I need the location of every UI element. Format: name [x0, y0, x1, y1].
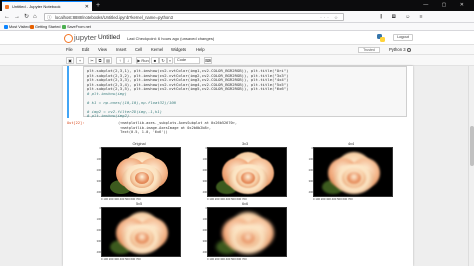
- copy-icon[interactable]: ⧉: [96, 57, 104, 64]
- code-editor[interactable]: plt.subplot(2,3,1), plt.imshow(cv2.cvtCo…: [83, 66, 407, 118]
- image-axes: [207, 147, 287, 197]
- forward-icon[interactable]: →: [14, 12, 20, 22]
- code-comment-line: # plt.imshow(img2): [87, 113, 130, 118]
- savefrom-icon: [62, 25, 66, 29]
- home-icon[interactable]: ⌂: [33, 12, 37, 22]
- tab-untitled[interactable]: Untitled - Jupyter Notebook ✕: [2, 1, 92, 11]
- info-icon[interactable]: ⓘ: [47, 15, 52, 20]
- kernel-name: Python 3: [389, 47, 406, 52]
- jupyter-header: jupyter Untitled Last Checkpoint: 6 hour…: [0, 31, 474, 45]
- menu-edit[interactable]: Edit: [82, 45, 89, 55]
- logout-button[interactable]: Logout: [393, 34, 413, 41]
- output-prompt: Out[22]:: [67, 121, 85, 125]
- code-cell[interactable]: plt.subplot(2,3,1), plt.imshow(cv2.cvtCo…: [67, 66, 409, 118]
- kernel-status-icon: [407, 48, 411, 52]
- notebook-title[interactable]: Untitled: [98, 33, 120, 42]
- menu-widgets[interactable]: Widgets: [171, 45, 186, 55]
- firefox-icon: [30, 25, 34, 29]
- output-line: Text(0.5, 1.0, '6x6')): [118, 130, 168, 134]
- bookmark-most-visited[interactable]: Most Visited: [4, 23, 30, 31]
- rose-petal: [135, 232, 149, 244]
- notebook-page: plt.subplot(2,3,1), plt.imshow(cv2.cvtCo…: [63, 66, 413, 266]
- new-tab-icon[interactable]: +: [96, 0, 100, 11]
- x-tick-labels: 0 100 200 300 400 500 600 700: [101, 257, 141, 261]
- menu-cell[interactable]: Cell: [135, 45, 142, 55]
- image-axes: [313, 147, 393, 197]
- rose-petal: [135, 172, 149, 184]
- rose-petal: [241, 172, 255, 184]
- subplot-4x4: 4x401002003004000 100 200 300 400 500 60…: [309, 142, 393, 206]
- restart-run-all-icon[interactable]: »: [167, 57, 173, 64]
- menu-insert[interactable]: Insert: [116, 45, 126, 55]
- jupyter-logo-icon: [64, 34, 73, 43]
- menu-help[interactable]: Help: [196, 45, 205, 55]
- menu-view[interactable]: View: [98, 45, 107, 55]
- menu-kernel[interactable]: Kernel: [151, 45, 163, 55]
- browser-tab-bar: Untitled - Jupyter Notebook ✕ + — ▢ ✕: [0, 0, 474, 11]
- page-scrollbar[interactable]: [468, 66, 474, 266]
- move-up-icon[interactable]: ↑: [116, 57, 124, 64]
- url-bar[interactable]: ⓘ localhost:8888/notebooks/Untitled.ipyn…: [44, 13, 344, 21]
- bookmarks-bar: Most Visited Getting Started SaveFrom.ne…: [0, 23, 474, 31]
- subplot-3x3: 3x301002003004000 100 200 300 400 500 60…: [203, 142, 287, 206]
- subplot-5x5: 5x501002003004000 100 200 300 400 500 60…: [97, 202, 181, 266]
- x-tick-labels: 0 100 200 300 400 500 600 700: [101, 197, 141, 201]
- rose-petal: [241, 232, 255, 244]
- reload-icon[interactable]: ↻: [24, 12, 29, 22]
- url-text: localhost:8888/notebooks/Untitled.ipynb?…: [55, 15, 173, 20]
- x-tick-labels: 0 100 200 300 400 500 600 700: [313, 197, 353, 201]
- jupyter-toolbar: ▣ + ✂ ⧉ ▤ ↑ ↓ ▶ Run ■ ↻ » Code ⌨: [0, 55, 474, 66]
- url-actions-icon[interactable]: ··· ☆: [320, 14, 340, 21]
- toolbar-icons[interactable]: ⫼ ▤ ☺ ≡: [380, 12, 427, 22]
- rose-petal: [347, 172, 361, 184]
- back-icon[interactable]: ←: [4, 12, 10, 22]
- cell-type-select[interactable]: Code: [174, 57, 200, 64]
- x-tick-labels: 0 100 200 300 400 500 600 700: [207, 257, 247, 261]
- save-icon[interactable]: ▣: [66, 57, 74, 64]
- subplot-original: Original01002003004000 100 200 300 400 5…: [97, 142, 181, 206]
- run-button[interactable]: ▶ Run: [136, 57, 150, 64]
- trusted-badge[interactable]: Trusted: [358, 47, 380, 53]
- jupyter-menubar: File Edit View Insert Cell Kernel Widget…: [0, 45, 474, 55]
- cut-icon[interactable]: ✂: [88, 57, 96, 64]
- menu-file[interactable]: File: [66, 45, 73, 55]
- notebook-area: plt.subplot(2,3,1), plt.imshow(cv2.cvtCo…: [0, 66, 474, 266]
- subplot-6x6: 6x601002003004000 100 200 300 400 500 60…: [203, 202, 287, 266]
- browser-nav-bar: ← → ↻ ⌂ ⓘ localhost:8888/notebooks/Untit…: [0, 11, 474, 23]
- jupyter-favicon-icon: [5, 5, 9, 9]
- image-axes: [101, 207, 181, 257]
- x-tick-labels: 0 100 200 300 400 500 600 700: [207, 197, 247, 201]
- code-comment-line: # k1 = np.ones((10,10),np.float32)/100: [87, 99, 177, 105]
- python-logo-icon: [377, 34, 385, 42]
- checkpoint-status: Last Checkpoint: 6 hours ago (unsaved ch…: [127, 36, 215, 41]
- command-palette-icon[interactable]: ⌨: [204, 57, 212, 64]
- interrupt-icon[interactable]: ■: [151, 57, 159, 64]
- add-cell-icon[interactable]: +: [76, 57, 84, 64]
- tab-title: Untitled - Jupyter Notebook: [12, 4, 61, 9]
- bookmark-savefrom[interactable]: SaveFrom.net: [62, 23, 91, 31]
- paste-icon[interactable]: ▤: [104, 57, 112, 64]
- bookmark-getting-started[interactable]: Getting Started: [30, 23, 61, 31]
- scrollbar-thumb[interactable]: [470, 126, 474, 166]
- restart-icon[interactable]: ↻: [159, 57, 167, 64]
- jupyter-logo[interactable]: jupyter: [64, 33, 97, 43]
- image-axes: [101, 147, 181, 197]
- close-tab-icon[interactable]: ✕: [85, 2, 89, 11]
- move-down-icon[interactable]: ↓: [124, 57, 132, 64]
- code-comment-line: # plt.imshow(img): [87, 90, 127, 96]
- image-axes: [207, 207, 287, 257]
- gear-icon: [4, 25, 8, 29]
- window-controls[interactable]: — ▢ ✕: [423, 0, 470, 11]
